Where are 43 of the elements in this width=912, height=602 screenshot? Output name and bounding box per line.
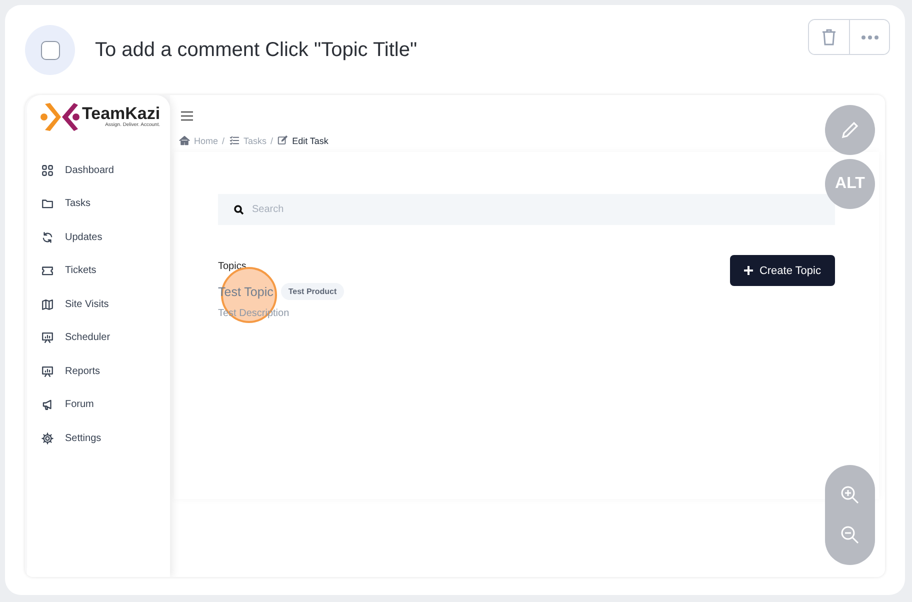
zoom-out-button[interactable] [839, 524, 861, 546]
sidebar-item[interactable]: Forum [41, 398, 170, 412]
menu-icon[interactable] [181, 111, 193, 121]
create-topic-button[interactable]: Create Topic [730, 255, 835, 286]
trash-icon [821, 28, 837, 46]
logo-icon [40, 100, 80, 132]
more-icon [860, 34, 878, 40]
sidebar-item[interactable]: Tasks [41, 196, 170, 210]
search-icon [234, 205, 244, 215]
sidebar-item[interactable]: Scheduler [41, 330, 170, 344]
crumb-icon [277, 135, 288, 146]
crumb-icon [228, 135, 240, 146]
brand-name: TeamKazi [82, 104, 160, 122]
nav-icon [41, 164, 54, 176]
step-checkbox[interactable] [25, 25, 75, 75]
nav-icon [41, 398, 54, 411]
zoom-in-button[interactable] [839, 484, 861, 506]
breadcrumb-separator: / [270, 136, 274, 146]
sidebar-item[interactable]: Site Visits [41, 297, 170, 311]
breadcrumb-separator: / [222, 136, 225, 146]
search-field[interactable]: Search [218, 194, 835, 225]
nav-icon [41, 331, 54, 344]
crumb-icon [179, 135, 190, 146]
breadcrumb-link[interactable]: Edit Task [292, 136, 328, 146]
nav-icon [41, 432, 54, 444]
topic-tag: Test Product [281, 283, 344, 300]
nav-icon [41, 197, 54, 210]
topics-heading: Topics [218, 261, 246, 272]
zoom-in-icon [840, 484, 860, 505]
more-button[interactable] [849, 20, 889, 54]
pencil-icon [840, 120, 860, 140]
sidebar-item[interactable]: Tickets [41, 264, 170, 278]
sidebar-item[interactable]: Reports [41, 364, 170, 378]
sidebar-item[interactable]: Dashboard [41, 163, 170, 177]
sidebar-item[interactable]: Settings [41, 431, 170, 445]
plus-icon [744, 266, 754, 275]
nav-icon [41, 298, 54, 310]
sidebar-item[interactable]: Updates [41, 230, 170, 244]
nav-icon [41, 364, 54, 378]
nav-icon [41, 264, 54, 277]
step-instruction: To add a comment Click "Topic Title" [95, 38, 418, 62]
zoom-out-icon [840, 525, 860, 546]
nav-icon [41, 230, 54, 244]
